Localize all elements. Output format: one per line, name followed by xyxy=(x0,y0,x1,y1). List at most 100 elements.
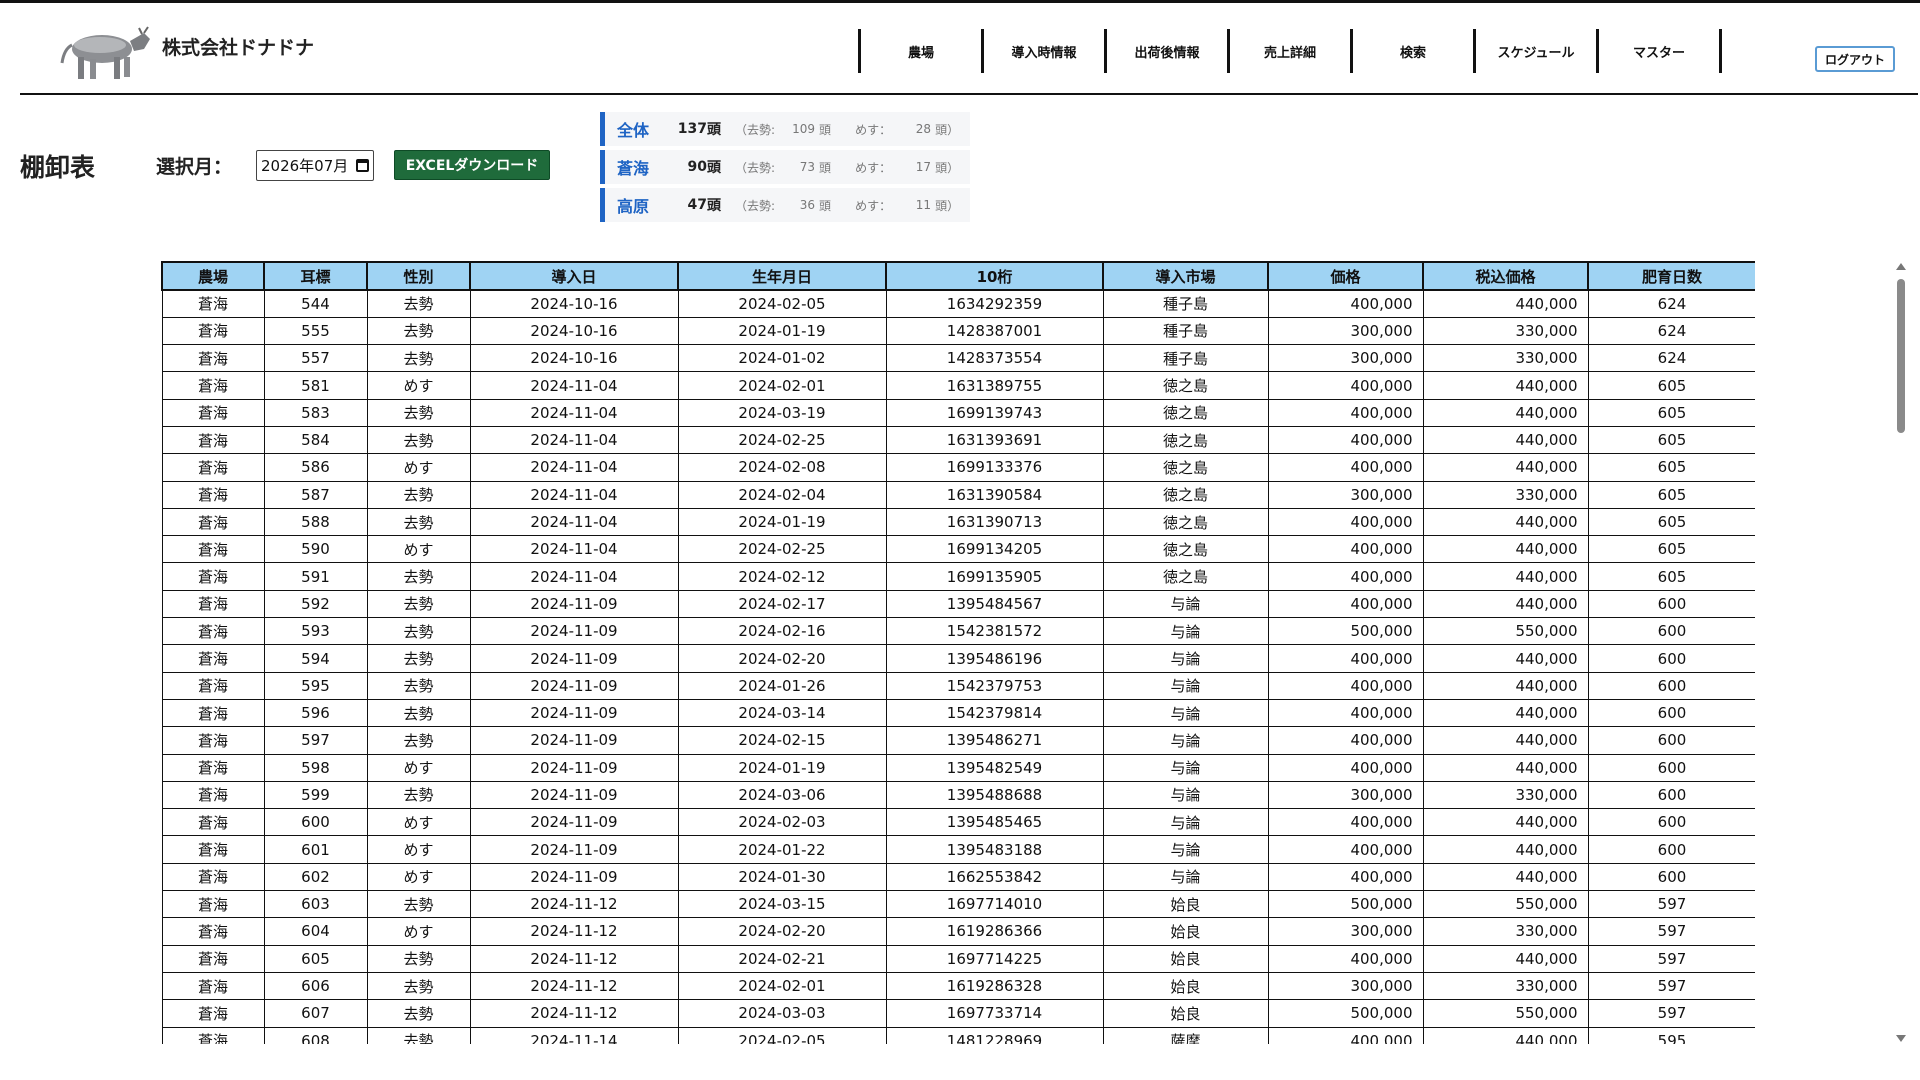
table-cell: 蒼海 xyxy=(161,480,265,509)
table-row[interactable]: 蒼海 598 めす 2024-11-09 2024-01-19 1395482549 与論 4… xyxy=(161,753,1755,782)
summary-mid-unit: 頭 xyxy=(819,198,832,213)
table-header-row: 農場 耳標 性別 導入日 生年月日 10桁 導入市場 価格 税込価格 肥育日数 xyxy=(161,261,1755,291)
table-row[interactable]: 蒼海 600 めす 2024-11-09 2024-02-03 1395485465 与論 4… xyxy=(161,808,1755,837)
table-row[interactable]: 蒼海 596 去勢 2024-11-09 2024-03-14 1542379814 与論 4… xyxy=(161,698,1755,728)
nav-shipment-info[interactable]: 出荷後情報 xyxy=(1107,29,1227,73)
table-cell: 596 xyxy=(263,698,368,728)
table-cell: 与論 xyxy=(1102,644,1269,673)
summary-name: 高原 xyxy=(617,197,650,216)
scroll-up-icon[interactable] xyxy=(1896,263,1906,270)
nav-sales-detail[interactable]: 売上詳細 xyxy=(1230,29,1350,73)
table-row[interactable]: 蒼海 593 去勢 2024-11-09 2024-02-16 1542381572 与論 5… xyxy=(161,617,1755,646)
table-row[interactable]: 蒼海 595 去勢 2024-11-09 2024-01-26 1542379753 与論 4… xyxy=(161,671,1755,700)
table-cell: 2024-02-05 xyxy=(677,289,887,318)
table-cell: 550,000 xyxy=(1422,890,1589,919)
table-cell: 蒼海 xyxy=(161,398,265,427)
table-row[interactable]: 蒼海 602 めす 2024-11-09 2024-01-30 1662553842 与論 4… xyxy=(161,862,1755,892)
table-cell: 300,000 xyxy=(1267,780,1424,810)
table-cell: 種子島 xyxy=(1102,344,1269,373)
summary-unit: 頭 xyxy=(707,122,721,138)
nav-schedule[interactable]: スケジュール xyxy=(1476,29,1596,73)
table-cell: 徳之島 xyxy=(1102,562,1269,591)
nav-farm[interactable]: 農場 xyxy=(861,29,981,73)
table-cell: 蒼海 xyxy=(161,344,265,373)
table-cell: 624 xyxy=(1587,289,1755,318)
table-cell: 500,000 xyxy=(1267,890,1424,919)
table-row[interactable]: 蒼海 583 去勢 2024-11-04 2024-03-19 1699139743 徳之島… xyxy=(161,398,1755,427)
table-cell: 300,000 xyxy=(1267,344,1424,373)
table-row[interactable]: 蒼海 588 去勢 2024-11-04 2024-01-19 1631390713 徳之島… xyxy=(161,507,1755,537)
table-cell: 2024-11-09 xyxy=(469,780,679,810)
table-cell: 440,000 xyxy=(1422,289,1589,318)
table-cell: 2024-11-09 xyxy=(469,726,679,755)
table-cell: 300,000 xyxy=(1267,971,1424,1001)
table-row[interactable]: 蒼海 605 去勢 2024-11-12 2024-02-21 1697714225 姶良 4… xyxy=(161,944,1755,973)
table-cell: 与論 xyxy=(1102,698,1269,728)
table-row[interactable]: 蒼海 604 めす 2024-11-12 2024-02-20 1619286366 姶良 3… xyxy=(161,917,1755,946)
table-cell: 1631393691 xyxy=(885,425,1104,455)
scroll-down-icon[interactable] xyxy=(1896,1035,1906,1042)
table-cell: 597 xyxy=(1587,917,1755,946)
table-row[interactable]: 蒼海 601 めす 2024-11-09 2024-01-22 1395483188 与論 4… xyxy=(161,835,1755,864)
table-cell: 600 xyxy=(1587,589,1755,619)
table-row[interactable]: 蒼海 591 去勢 2024-11-04 2024-02-12 1699135905 徳之島… xyxy=(161,562,1755,591)
table-row[interactable]: 蒼海 581 めす 2024-11-04 2024-02-01 1631389755 徳之島… xyxy=(161,371,1755,400)
column-header: 税込価格 xyxy=(1422,261,1589,291)
table-row[interactable]: 蒼海 597 去勢 2024-11-09 2024-02-15 1395486271 与論 4… xyxy=(161,726,1755,755)
table-cell: 与論 xyxy=(1102,862,1269,892)
table-cell: 2024-11-09 xyxy=(469,698,679,728)
table-cell: 2024-01-22 xyxy=(677,835,887,864)
table-row[interactable]: 蒼海 544 去勢 2024-10-16 2024-02-05 1634292359 種子島… xyxy=(161,289,1755,318)
table-cell: 624 xyxy=(1587,344,1755,373)
nav-master[interactable]: マスター xyxy=(1599,29,1719,73)
table-cell: めす xyxy=(366,535,471,564)
table-row[interactable]: 蒼海 608 去勢 2024-11-14 2024-02-05 1481228969 薩摩 4… xyxy=(161,1026,1755,1044)
nav-search[interactable]: 検索 xyxy=(1353,29,1473,73)
table-cell: 蒼海 xyxy=(161,1026,265,1044)
table-row[interactable]: 蒼海 555 去勢 2024-10-16 2024-01-19 1428387001 種子島… xyxy=(161,316,1755,346)
table-cell: 1662553842 xyxy=(885,862,1104,892)
table-cell: 400,000 xyxy=(1267,1026,1424,1044)
table-cell: 597 xyxy=(1587,944,1755,973)
table-cell: 400,000 xyxy=(1267,425,1424,455)
table-row[interactable]: 蒼海 587 去勢 2024-11-04 2024-02-04 1631390584 徳之島… xyxy=(161,480,1755,509)
table-cell: 2024-11-04 xyxy=(469,398,679,427)
vertical-scrollbar[interactable] xyxy=(1894,261,1908,1044)
table-cell: 600 xyxy=(1587,808,1755,837)
calendar-icon[interactable] xyxy=(356,159,369,172)
table-row[interactable]: 蒼海 606 去勢 2024-11-12 2024-02-01 1619286328 姶良 3… xyxy=(161,971,1755,1001)
header: 株式会社ドナドナ 農場 導入時情報 出荷後情報 売上詳細 検索 スケジュール マ… xyxy=(20,3,1918,95)
inventory-table-container[interactable]: 農場 耳標 性別 導入日 生年月日 10桁 導入市場 価格 税込価格 肥育日数 蒼海 544 去勢 20… xyxy=(161,261,1755,1044)
table-cell: 400,000 xyxy=(1267,726,1424,755)
table-row[interactable]: 蒼海 603 去勢 2024-11-12 2024-03-15 1697714010 姶良 5… xyxy=(161,890,1755,919)
table-cell: 583 xyxy=(263,398,368,427)
table-cell: 1699134205 xyxy=(885,535,1104,564)
table-cell: 2024-01-02 xyxy=(677,344,887,373)
table-cell: 与論 xyxy=(1102,753,1269,782)
table-row[interactable]: 蒼海 594 去勢 2024-11-09 2024-02-20 1395486196 与論 4… xyxy=(161,644,1755,673)
table-row[interactable]: 蒼海 607 去勢 2024-11-12 2024-03-03 1697733714 姶良 5… xyxy=(161,999,1755,1028)
table-cell: 400,000 xyxy=(1267,398,1424,427)
nav-intake-info[interactable]: 導入時情報 xyxy=(984,29,1104,73)
table-row[interactable]: 蒼海 557 去勢 2024-10-16 2024-01-02 1428373554 種子島… xyxy=(161,344,1755,373)
nav-separator xyxy=(1719,29,1722,73)
table-row[interactable]: 蒼海 586 めす 2024-11-04 2024-02-08 1699133376 徳之島… xyxy=(161,453,1755,482)
table-row[interactable]: 蒼海 584 去勢 2024-11-04 2024-02-25 1631393691 徳之島… xyxy=(161,425,1755,455)
month-input[interactable]: 2026年07月 xyxy=(256,150,374,181)
scrollbar-thumb[interactable] xyxy=(1897,279,1905,433)
table-cell: 2024-11-09 xyxy=(469,589,679,619)
table-cell: 去勢 xyxy=(366,589,471,619)
table-cell: 500,000 xyxy=(1267,999,1424,1028)
excel-download-button[interactable]: EXCELダウンロード xyxy=(394,150,550,180)
table-cell: めす xyxy=(366,371,471,400)
table-cell: 蒼海 xyxy=(161,425,265,455)
logout-button[interactable]: ログアウト xyxy=(1815,46,1895,72)
table-cell: 1631390584 xyxy=(885,480,1104,509)
table-row[interactable]: 蒼海 592 去勢 2024-11-09 2024-02-17 1395484567 与論 4… xyxy=(161,589,1755,619)
table-row[interactable]: 蒼海 590 めす 2024-11-04 2024-02-25 1699134205 徳之島… xyxy=(161,535,1755,564)
table-cell: 去勢 xyxy=(366,971,471,1001)
summary-total: 137 xyxy=(677,121,707,137)
table-cell: 2024-11-12 xyxy=(469,999,679,1028)
table-cell: 1631390713 xyxy=(885,507,1104,537)
table-row[interactable]: 蒼海 599 去勢 2024-11-09 2024-03-06 1395488688 与論 3… xyxy=(161,780,1755,810)
